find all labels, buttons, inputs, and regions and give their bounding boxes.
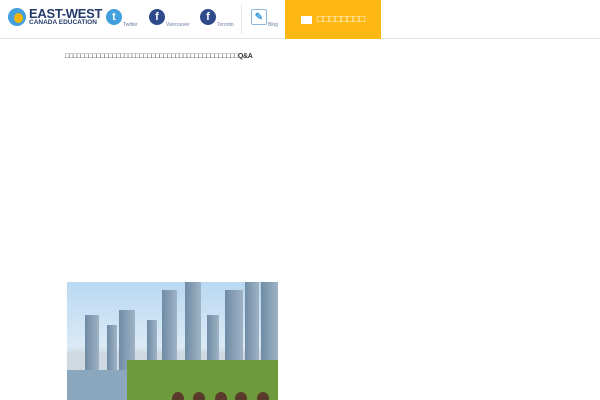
facebook-icon: f <box>200 9 216 25</box>
envelope-icon <box>300 15 312 24</box>
contact-button[interactable]: □□□□□□□□ <box>285 0 381 39</box>
twitter-link[interactable]: t Twitter <box>106 9 138 28</box>
intro-text: □□□□□□□□□□□□□□□□□□□□□□□□□□□□□□□□□□□□□□□□… <box>65 53 253 60</box>
blog-icon: ✎ <box>251 9 267 25</box>
twitter-icon: t <box>106 9 122 25</box>
facebook-icon: f <box>149 9 165 25</box>
facebook-vancouver-link[interactable]: f Vancouver <box>149 9 190 28</box>
site-header: EAST-WEST CANADA EDUCATION t Twitter f V… <box>0 0 600 39</box>
facebook-toronto-label: Toronto <box>217 22 234 28</box>
vancouver-photo <box>67 282 278 400</box>
logo[interactable]: EAST-WEST CANADA EDUCATION <box>8 7 102 27</box>
logo-mark-icon <box>8 7 26 26</box>
blog-label: Blog <box>268 22 279 28</box>
twitter-label: Twitter <box>123 22 138 28</box>
facebook-toronto-link[interactable]: f Toronto <box>200 9 234 28</box>
facebook-vancouver-label: Vancouver <box>166 22 190 28</box>
divider <box>241 4 242 34</box>
blog-link[interactable]: ✎ Blog <box>251 9 279 28</box>
logo-subtitle: CANADA EDUCATION <box>29 19 97 26</box>
contact-label: □□□□□□□□ <box>316 14 366 25</box>
